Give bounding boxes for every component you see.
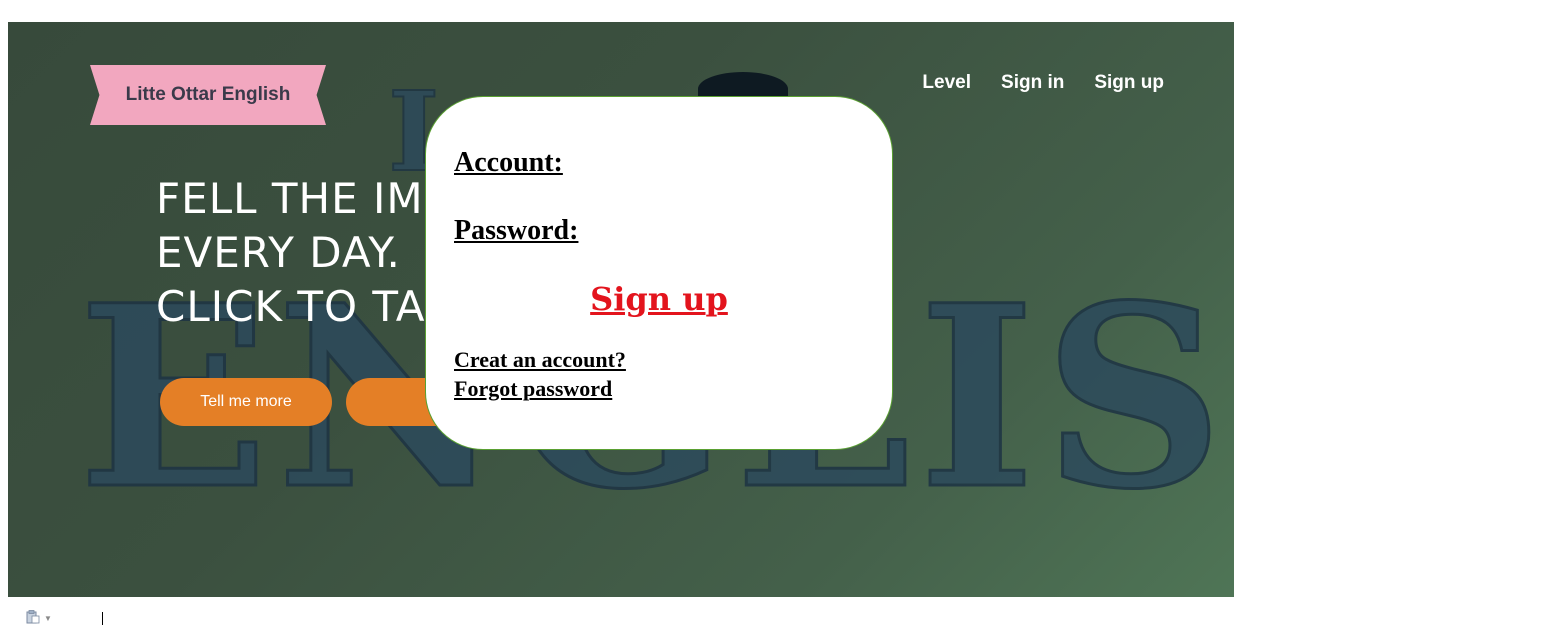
text-cursor xyxy=(102,612,103,625)
tagline-line-1: FELL THE IM xyxy=(156,174,424,223)
account-label: Account: xyxy=(454,147,563,178)
chevron-down-icon[interactable]: ▼ xyxy=(44,614,52,623)
login-modal: Account: Password: Sign up Creat an acco… xyxy=(425,96,893,450)
nav-sign-up[interactable]: Sign up xyxy=(1094,72,1164,94)
paste-options[interactable]: ▼ xyxy=(26,610,52,625)
sign-up-button[interactable]: Sign up xyxy=(426,280,892,318)
nav-sign-in[interactable]: Sign in xyxy=(1001,72,1064,94)
create-account-link[interactable]: Creat an account? xyxy=(454,347,626,373)
forgot-password-link[interactable]: Forgot password xyxy=(454,376,612,402)
top-nav: Level Sign in Sign up xyxy=(922,72,1164,94)
password-label: Password: xyxy=(454,215,579,246)
tagline-line-3: CLICK TO TA xyxy=(156,282,426,331)
tell-me-more-button[interactable]: Tell me more xyxy=(160,378,332,426)
paste-icon[interactable] xyxy=(26,610,40,624)
nav-level[interactable]: Level xyxy=(922,72,971,94)
hero-tagline: FELL THE IM EVERY DAY. CLICK TO TA xyxy=(156,172,426,334)
brand-ribbon[interactable]: Litte Ottar English xyxy=(90,65,326,125)
tagline-line-2: EVERY DAY. xyxy=(156,228,401,277)
